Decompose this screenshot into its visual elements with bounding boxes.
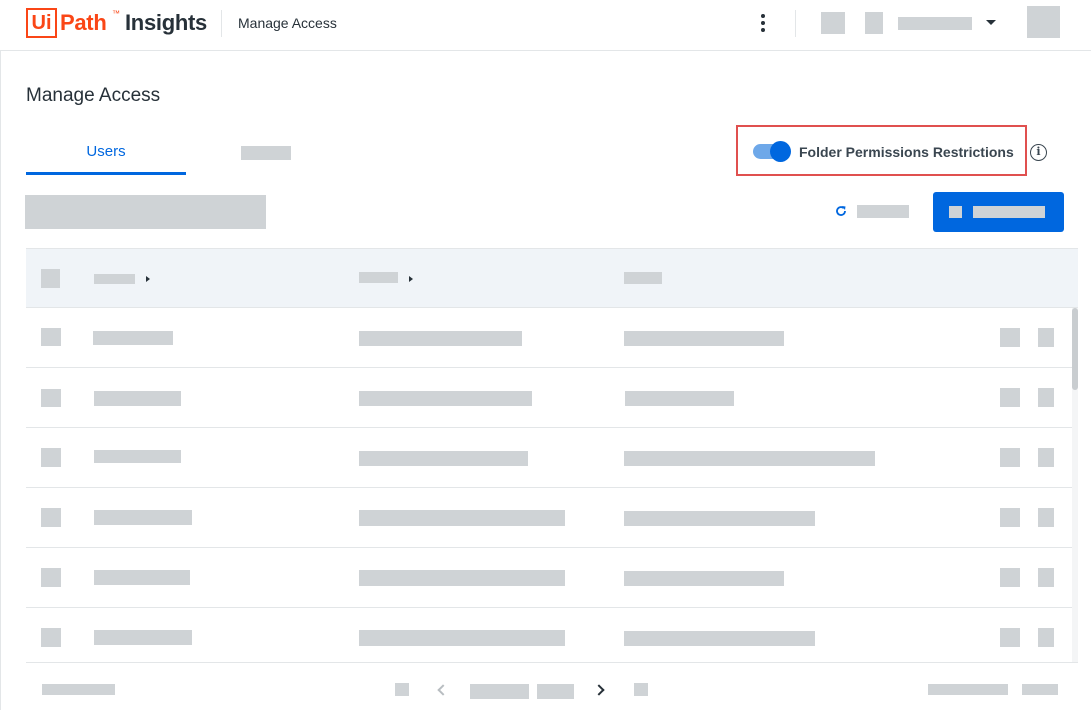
row-action-placeholder[interactable] — [1038, 508, 1054, 527]
toggle-label: Folder Permissions Restrictions — [799, 144, 1014, 160]
breadcrumb: Manage Access — [238, 15, 337, 31]
cell-placeholder — [624, 631, 815, 646]
divider — [795, 10, 796, 37]
header-action-placeholder[interactable] — [821, 12, 845, 34]
divider — [221, 10, 222, 37]
cell-placeholder — [359, 630, 565, 646]
row-action-placeholder[interactable] — [1000, 388, 1020, 407]
row-divider — [26, 487, 1078, 488]
cell-placeholder — [359, 331, 522, 346]
row-action-placeholder[interactable] — [1038, 628, 1054, 647]
cell-placeholder — [94, 450, 181, 463]
last-page-button[interactable] — [634, 683, 648, 696]
cell-placeholder — [94, 391, 181, 406]
uipath-logo-mark[interactable]: Ui — [26, 8, 57, 38]
add-user-button[interactable] — [933, 192, 1064, 232]
refresh-button-label-placeholder[interactable] — [857, 205, 909, 218]
column-header-placeholder — [624, 272, 662, 284]
info-icon[interactable]: i — [1030, 144, 1047, 161]
content-border — [0, 51, 1, 710]
row-checkbox[interactable] — [41, 568, 61, 587]
tab-placeholder[interactable] — [241, 146, 291, 160]
trademark-mark: ™ — [112, 9, 120, 18]
tenant-selector-placeholder[interactable] — [898, 17, 972, 30]
rows-per-page-label-placeholder — [928, 684, 1008, 695]
refresh-icon[interactable] — [834, 204, 848, 218]
scrollbar-thumb[interactable] — [1072, 308, 1078, 390]
active-tab-indicator — [26, 172, 186, 175]
first-page-button[interactable] — [395, 683, 409, 696]
row-checkbox[interactable] — [41, 389, 61, 407]
row-checkbox[interactable] — [41, 448, 61, 467]
cell-placeholder — [625, 391, 734, 406]
cell-placeholder — [94, 510, 192, 525]
chevron-left-icon[interactable] — [437, 684, 449, 696]
cell-placeholder — [359, 510, 565, 526]
cell-placeholder — [94, 630, 192, 645]
rows-per-page-select-placeholder[interactable] — [1022, 684, 1058, 695]
row-divider — [26, 367, 1078, 368]
add-icon — [949, 206, 962, 218]
top-bar: Ui Path ™ Insights Manage Access — [0, 0, 1091, 51]
cell-placeholder — [624, 571, 784, 586]
cell-placeholder — [359, 570, 565, 586]
page-indicator-placeholder — [537, 684, 574, 699]
row-action-placeholder[interactable] — [1038, 328, 1054, 347]
cell-placeholder — [624, 511, 815, 526]
row-action-placeholder[interactable] — [1000, 328, 1020, 347]
cell-placeholder — [624, 451, 875, 466]
table-header — [26, 248, 1078, 308]
column-header-placeholder[interactable] — [94, 274, 135, 284]
chevron-down-icon[interactable] — [986, 20, 996, 25]
cell-placeholder — [359, 451, 528, 466]
row-action-placeholder[interactable] — [1038, 448, 1054, 467]
table-footer-divider — [26, 662, 1078, 663]
sort-icon[interactable] — [409, 276, 413, 282]
row-divider — [26, 427, 1078, 428]
row-action-placeholder[interactable] — [1000, 448, 1020, 467]
total-items-placeholder — [42, 684, 115, 695]
cell-placeholder — [359, 391, 532, 406]
search-input-placeholder[interactable] — [25, 195, 266, 229]
row-action-placeholder[interactable] — [1000, 628, 1020, 647]
uipath-logo-text[interactable]: Path — [60, 8, 107, 38]
cell-placeholder — [93, 331, 173, 345]
product-name[interactable]: Insights — [125, 8, 207, 38]
row-checkbox[interactable] — [41, 508, 61, 527]
row-action-placeholder[interactable] — [1038, 568, 1054, 587]
row-checkbox[interactable] — [41, 628, 61, 647]
sort-icon[interactable] — [146, 276, 150, 282]
page-indicator-placeholder — [470, 684, 529, 699]
header-action-placeholder[interactable] — [865, 12, 883, 34]
cell-placeholder — [624, 331, 784, 346]
row-action-placeholder[interactable] — [1000, 508, 1020, 527]
row-divider — [26, 607, 1078, 608]
row-checkbox[interactable] — [41, 328, 61, 346]
toggle-knob[interactable] — [770, 141, 791, 162]
avatar[interactable] — [1027, 6, 1060, 38]
cell-placeholder — [94, 570, 190, 585]
row-action-placeholder[interactable] — [1000, 568, 1020, 587]
button-label-placeholder — [973, 206, 1045, 218]
page-title: Manage Access — [26, 85, 161, 106]
column-header-placeholder[interactable] — [359, 272, 398, 283]
tab-users[interactable]: Users — [26, 134, 186, 176]
chevron-right-icon[interactable] — [593, 684, 605, 696]
select-all-checkbox[interactable] — [41, 269, 60, 288]
row-action-placeholder[interactable] — [1038, 388, 1054, 407]
row-divider — [26, 547, 1078, 548]
more-vertical-icon[interactable] — [752, 11, 774, 35]
